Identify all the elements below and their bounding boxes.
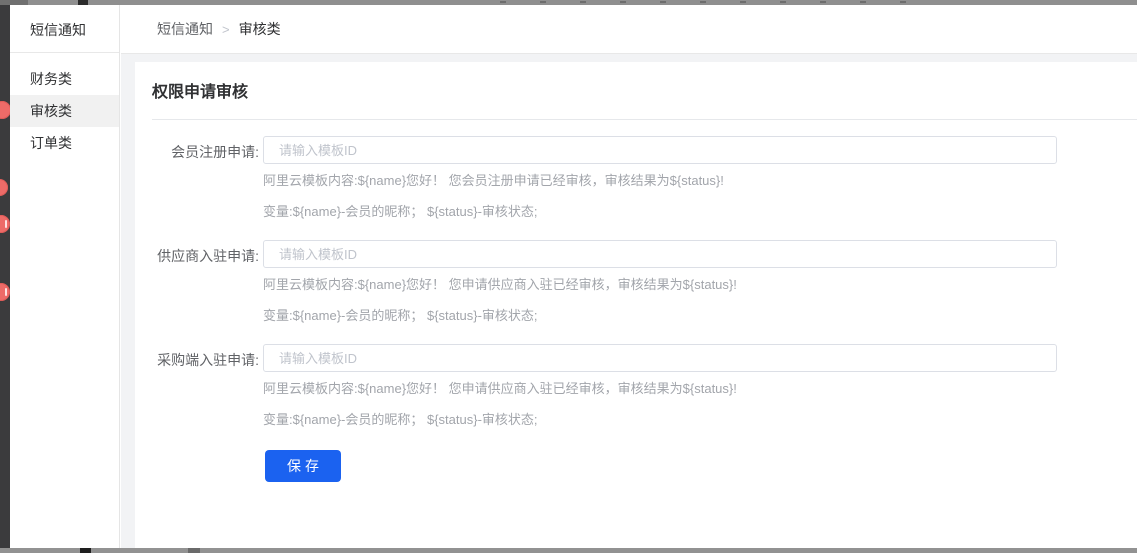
- field-label: 采购端入驻申请:: [135, 344, 259, 427]
- member-registration-template-input[interactable]: [263, 136, 1057, 164]
- sidebar-item-order[interactable]: 订单类: [10, 127, 119, 159]
- form-row-supplier-entry: 供应商入驻申请: 阿里云模板内容:${name}您好！ 您申请供应商入驻已经审核…: [135, 240, 1137, 323]
- bottom-edge-dark-segment: [80, 548, 91, 553]
- sidebar: 短信通知 财务类 审核类 订单类: [10, 5, 120, 548]
- save-row: 保存: [265, 450, 1137, 482]
- window-left-edge-strip: [0, 5, 10, 548]
- chevron-right-icon: >: [222, 22, 230, 37]
- sidebar-item-finance[interactable]: 财务类: [10, 63, 119, 95]
- sidebar-item-audit[interactable]: 审核类: [10, 95, 119, 127]
- top-edge-dashes: [500, 1, 930, 3]
- breadcrumb-current: 审核类: [239, 19, 281, 39]
- field-label: 会员注册申请:: [135, 136, 259, 219]
- notification-badge-icon: [0, 179, 8, 196]
- audit-settings-card: 权限申请审核 会员注册申请: 阿里云模板内容:${name}您好！ 您会员注册申…: [135, 62, 1137, 548]
- template-variables-hint: 变量:${name}-会员的昵称； ${status}-审核状态;: [263, 308, 1057, 323]
- sidebar-menu: 财务类 审核类 订单类: [10, 53, 119, 159]
- breadcrumb: 短信通知 > 审核类: [121, 5, 1137, 54]
- save-button[interactable]: 保存: [265, 450, 341, 482]
- template-content-hint: 阿里云模板内容:${name}您好！ 您会员注册申请已经审核，审核结果为${st…: [263, 173, 1057, 188]
- sidebar-title: 短信通知: [10, 5, 119, 53]
- bottom-edge-segment: [188, 548, 200, 553]
- notification-badge-icon: [0, 283, 10, 301]
- sms-template-form: 会员注册申请: 阿里云模板内容:${name}您好！ 您会员注册申请已经审核，审…: [135, 136, 1137, 482]
- template-variables-hint: 变量:${name}-会员的昵称； ${status}-审核状态;: [263, 204, 1057, 219]
- form-row-purchaser-entry: 采购端入驻申请: 阿里云模板内容:${name}您好！ 您申请供应商入驻已经审核…: [135, 344, 1137, 427]
- page-title: 权限申请审核: [152, 78, 1137, 102]
- window-bottom-edge: [0, 548, 1137, 553]
- breadcrumb-root[interactable]: 短信通知: [157, 19, 213, 39]
- template-variables-hint: 变量:${name}-会员的昵称； ${status}-审核状态;: [263, 412, 1057, 427]
- supplier-entry-template-input[interactable]: [263, 240, 1057, 268]
- template-content-hint: 阿里云模板内容:${name}您好！ 您申请供应商入驻已经审核，审核结果为${s…: [263, 277, 1057, 292]
- title-divider: [152, 119, 1137, 120]
- template-content-hint: 阿里云模板内容:${name}您好！ 您申请供应商入驻已经审核，审核结果为${s…: [263, 381, 1057, 396]
- field-label: 供应商入驻申请:: [135, 240, 259, 323]
- notification-badge-icon: [0, 215, 10, 233]
- form-row-member-registration: 会员注册申请: 阿里云模板内容:${name}您好！ 您会员注册申请已经审核，审…: [135, 136, 1137, 219]
- purchaser-entry-template-input[interactable]: [263, 344, 1057, 372]
- app-window: 短信通知 财务类 审核类 订单类 短信通知 > 审核类 权限申请审核 会员注册申…: [0, 0, 1137, 553]
